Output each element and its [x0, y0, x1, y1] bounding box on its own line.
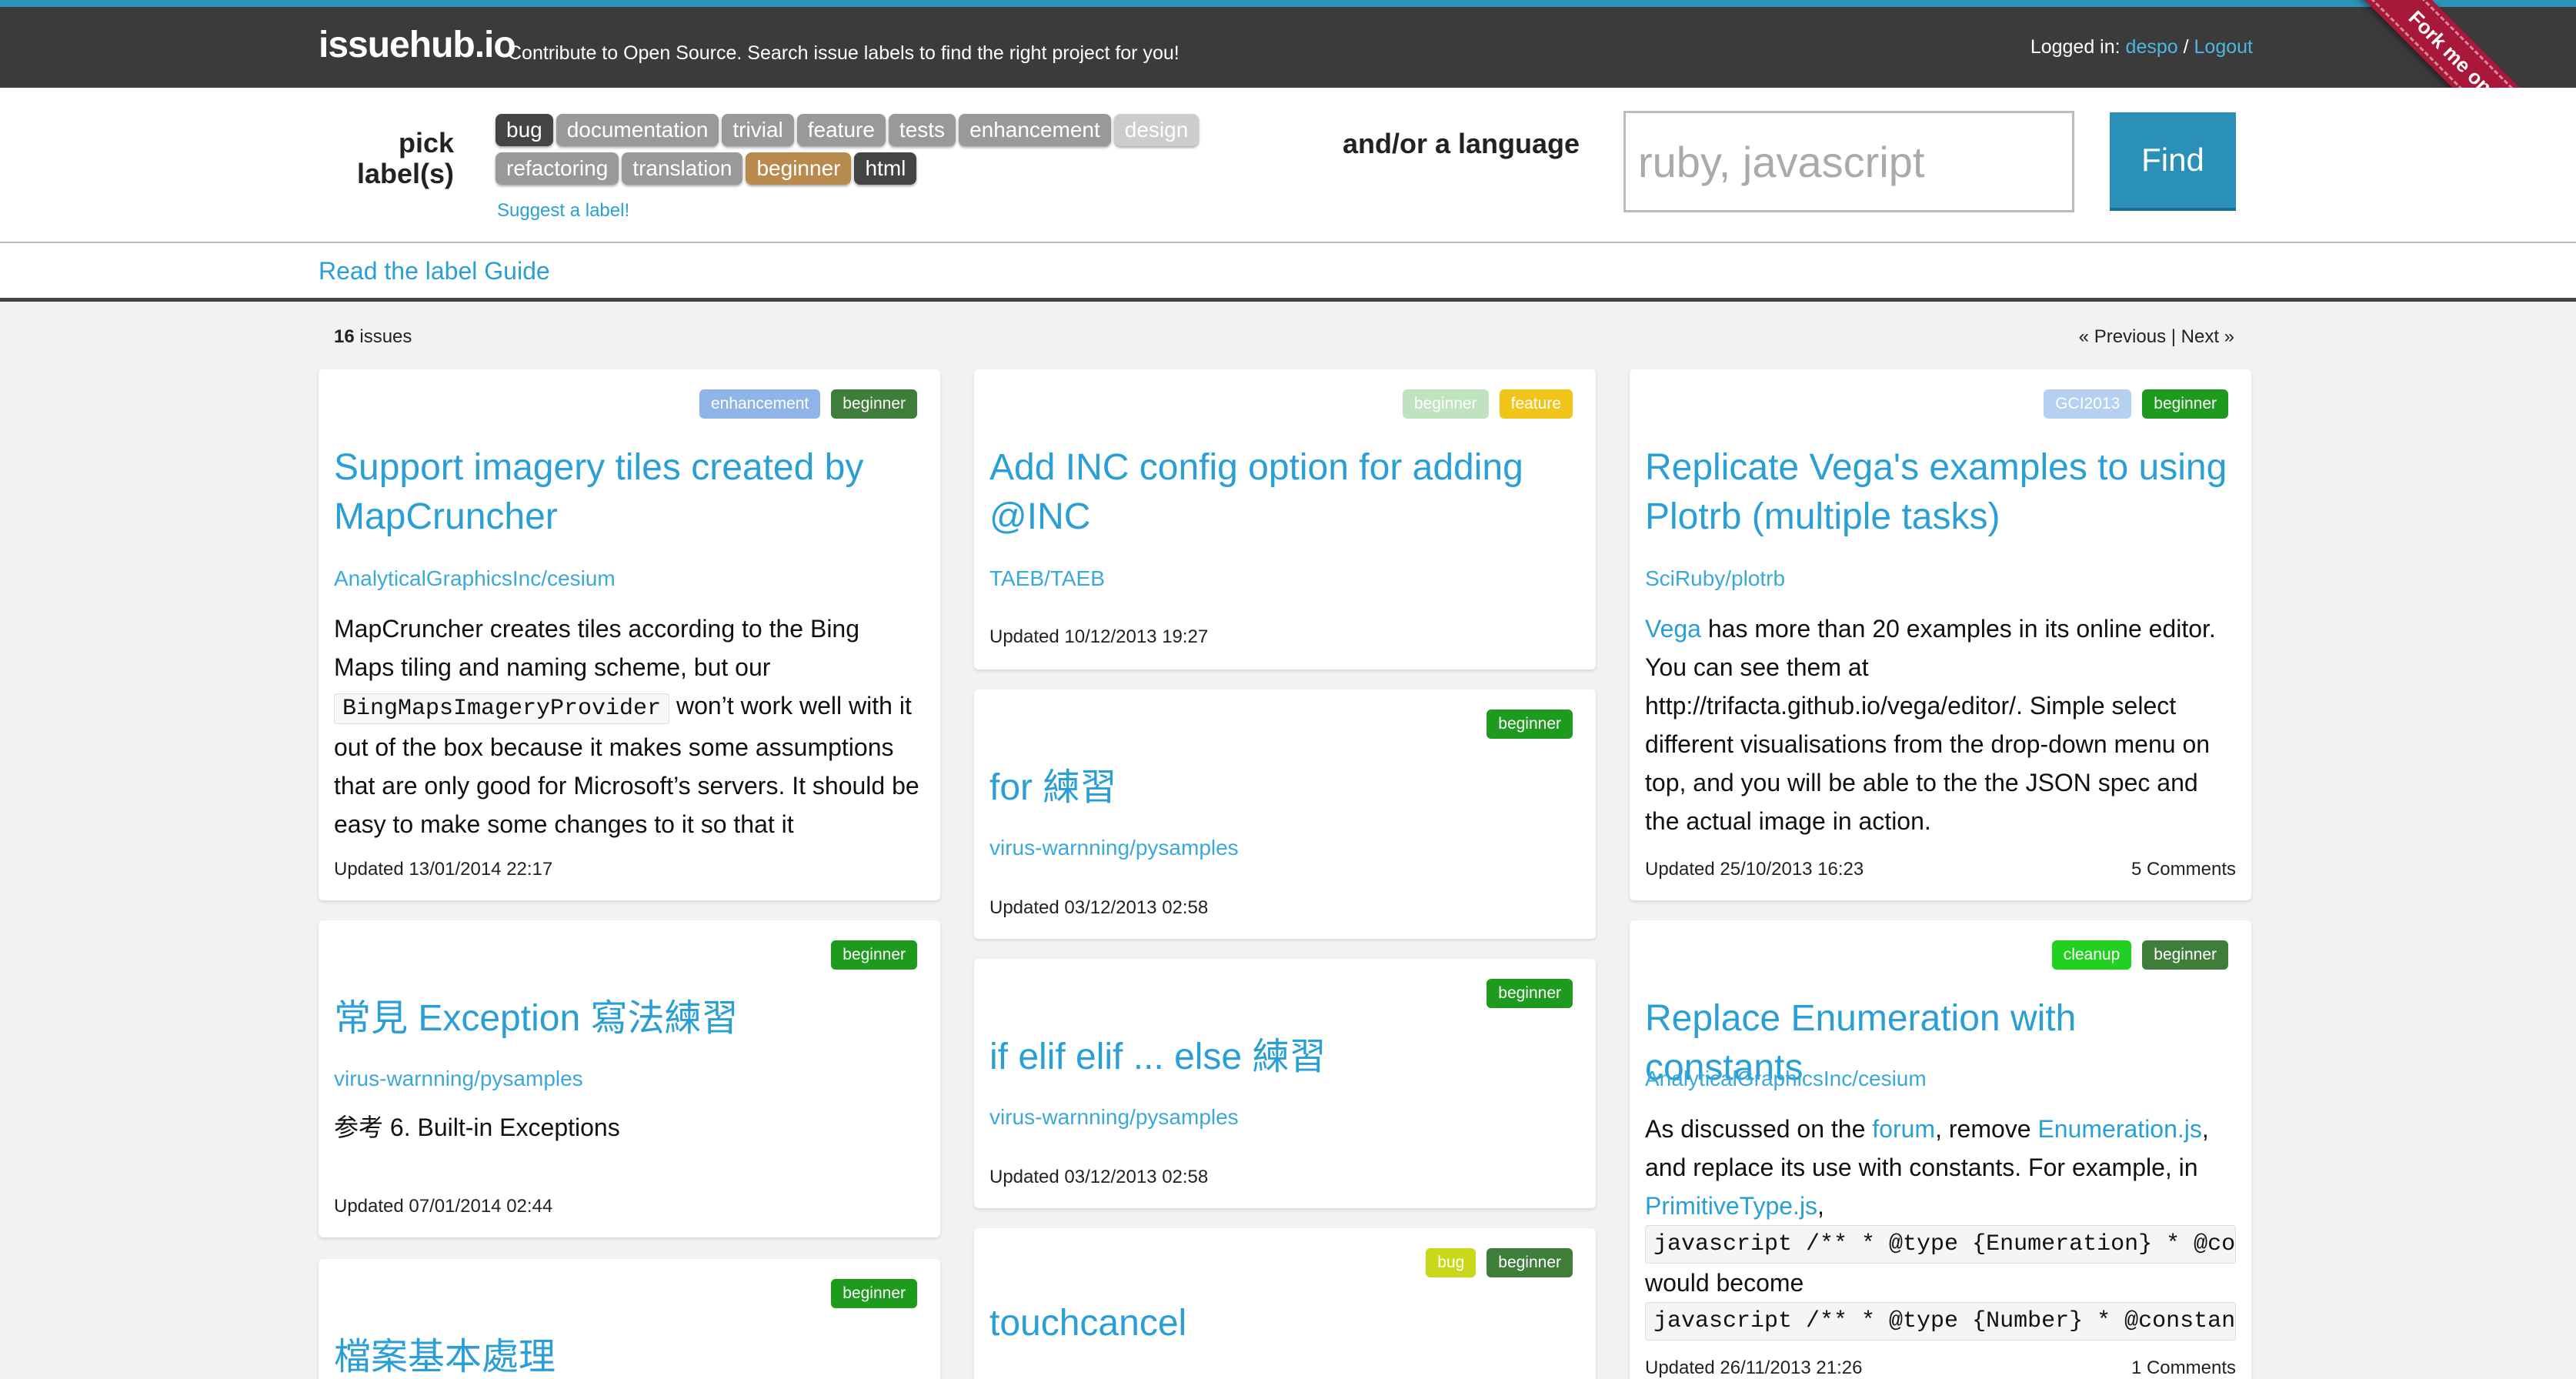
label-chip-list: bug documentation trivial feature tests enhan…: [496, 114, 1265, 191]
issue-count: 16 issues: [334, 326, 412, 347]
login-status: Logged in: despo / Logout: [2030, 36, 2253, 58]
label-chip-design[interactable]: design: [1113, 114, 1200, 146]
issue-title[interactable]: 常見 Exception 寫法練習: [334, 994, 925, 1043]
issue-repo[interactable]: virus-warnning/pysamples: [334, 1067, 583, 1091]
issue-card: beginner if elif elif ... else 練習 virus-…: [974, 959, 1596, 1208]
label-chip-enhancement[interactable]: enhancement: [959, 114, 1111, 146]
login-separator: /: [2183, 36, 2189, 58]
tag-beginner[interactable]: beginner: [1487, 710, 1573, 739]
tag-feature[interactable]: feature: [1499, 389, 1573, 419]
site-tagline: Contribute to Open Source. Search issue …: [508, 42, 1180, 64]
issue-card: GCI2013 beginner Replicate Vega's example…: [1630, 369, 2251, 900]
tag-beginner[interactable]: beginner: [1487, 1248, 1573, 1277]
tag-beginner[interactable]: beginner: [831, 1279, 917, 1308]
login-prefix: Logged in:: [2030, 36, 2121, 58]
pick-labels-heading: pick label(s): [356, 127, 454, 189]
issue-body: MapCruncher creates tiles according to t…: [334, 615, 919, 838]
label-chip-trivial[interactable]: trivial: [722, 114, 794, 146]
issue-repo[interactable]: TAEB/TAEB: [989, 566, 1105, 591]
suggest-label-link[interactable]: Suggest a label!: [497, 200, 629, 222]
issue-title[interactable]: Add INC config option for adding @INC: [989, 443, 1580, 542]
issue-body: As discussed on the forum, remove Enumer…: [1645, 1110, 2236, 1341]
label-chip-feature[interactable]: feature: [796, 114, 886, 146]
card-tags: beginner: [820, 1279, 917, 1308]
tag-cleanup[interactable]: cleanup: [2051, 940, 2132, 970]
code-block: javascript /** * @type {Enumeration} * @…: [1645, 1225, 2236, 1264]
issue-repo[interactable]: AnalyticalGraphicsInc/cesium: [1645, 1067, 1927, 1091]
issue-card: beginner 檔案基本處理: [319, 1259, 940, 1379]
card-tags: cleanup beginner: [2041, 940, 2228, 970]
issue-card: beginner for 練習 virus-warnning/pysamples…: [974, 690, 1596, 939]
vega-link[interactable]: Vega: [1645, 615, 1701, 643]
primitivetype-js-link[interactable]: PrimitiveType.js: [1645, 1192, 1817, 1220]
comment-count[interactable]: 5 Comments: [2131, 859, 2236, 880]
card-tags: beginner: [1476, 979, 1573, 1008]
card-tags: beginner: [1476, 710, 1573, 739]
issue-updated: Updated 13/01/2014 22:17: [334, 859, 553, 880]
language-label: and/or a language: [1343, 128, 1580, 159]
issue-title[interactable]: touchcancel: [989, 1299, 1580, 1348]
issue-updated: Updated 26/11/2013 21:26: [1645, 1357, 1863, 1378]
tag-beginner[interactable]: beginner: [831, 940, 917, 970]
label-chip-tests[interactable]: tests: [888, 114, 956, 146]
issue-repo[interactable]: SciRuby/plotrb: [1645, 566, 1785, 591]
logout-link[interactable]: Logout: [2194, 36, 2253, 58]
issue-footer: Updated 26/11/2013 21:26 1 Comments: [1645, 1357, 2236, 1379]
issue-body: Vega has more than 20 examples in its on…: [1645, 615, 2216, 835]
tag-beginner[interactable]: beginner: [2142, 389, 2228, 419]
site-logo[interactable]: issuehub.io: [319, 24, 516, 66]
enumeration-js-link[interactable]: Enumeration.js: [2037, 1115, 2201, 1143]
card-tags: GCI2013 beginner: [2033, 389, 2228, 419]
issue-card: beginner 常見 Exception 寫法練習 virus-warnnin…: [319, 920, 940, 1237]
forum-link[interactable]: forum: [1872, 1115, 1935, 1143]
label-chip-bug[interactable]: bug: [496, 114, 553, 146]
issue-card: beginner feature Add INC config option fo…: [974, 369, 1596, 669]
issue-card: cleanup beginner Replace Enumeration with…: [1630, 920, 2251, 1379]
issue-title[interactable]: Replicate Vega's examples to using Plotr…: [1645, 443, 2236, 542]
code-block: javascript /** * @type {Number} * @const…: [1645, 1302, 2236, 1341]
label-chip-beginner[interactable]: beginner: [746, 152, 852, 185]
card-tags: beginner feature: [1392, 389, 1573, 419]
label-guide-link[interactable]: Read the label Guide: [319, 257, 550, 285]
issue-repo[interactable]: virus-warnning/pysamples: [989, 1105, 1239, 1130]
issue-footer: Updated 25/10/2013 16:23 5 Comments: [1645, 859, 2236, 880]
language-input[interactable]: [1623, 111, 2074, 212]
issue-repo[interactable]: virus-warnning/pysamples: [989, 836, 1239, 860]
label-chip-refactoring[interactable]: refactoring: [496, 152, 619, 185]
tag-enhancement[interactable]: enhancement: [699, 389, 821, 419]
issue-card: bug beginner touchcancel: [974, 1228, 1596, 1379]
issue-title[interactable]: if elif elif ... else 練習: [989, 1033, 1580, 1082]
username-link[interactable]: despo: [2126, 36, 2178, 58]
card-tags: beginner: [820, 940, 917, 970]
tag-beginner[interactable]: beginner: [2142, 940, 2228, 970]
tag-beginner[interactable]: beginner: [831, 389, 917, 419]
issue-repo[interactable]: AnalyticalGraphicsInc/cesium: [334, 566, 616, 591]
issue-title[interactable]: 檔案基本處理: [334, 1333, 925, 1379]
issue-updated: Updated 03/12/2013 02:58: [989, 897, 1209, 918]
card-tags: bug beginner: [1415, 1248, 1573, 1277]
find-button[interactable]: Find: [2110, 112, 2236, 211]
issue-title[interactable]: Support imagery tiles created by MapCrun…: [334, 443, 925, 542]
issue-updated: Updated 03/12/2013 02:58: [989, 1167, 1209, 1187]
card-tags: enhancement beginner: [689, 389, 917, 419]
top-navbar: issuehub.io Contribute to Open Source. S…: [0, 0, 2576, 88]
issue-title[interactable]: for 練習: [989, 763, 1580, 813]
comment-count[interactable]: 1 Comments: [2131, 1357, 2236, 1379]
tag-beginner[interactable]: beginner: [1402, 389, 1489, 419]
issue-updated: Updated 25/10/2013 16:23: [1645, 859, 1864, 880]
issue-body: 参考 6. Built-in Exceptions: [334, 1114, 620, 1141]
issue-updated: Updated 07/01/2014 02:44: [334, 1196, 553, 1217]
guide-bar: Read the label Guide: [0, 243, 2576, 302]
tag-beginner[interactable]: beginner: [1487, 979, 1573, 1008]
tag-bug[interactable]: bug: [1426, 1248, 1477, 1277]
pagination[interactable]: « Previous | Next »: [2079, 326, 2234, 348]
issue-updated: Updated 10/12/2013 19:27: [989, 626, 1209, 647]
label-chip-documentation[interactable]: documentation: [556, 114, 719, 146]
tag-gci2013[interactable]: GCI2013: [2044, 389, 2132, 419]
issue-card: enhancement beginner Support imagery tile…: [319, 369, 940, 900]
label-chip-html[interactable]: html: [854, 152, 917, 185]
search-filter-panel: pick label(s) bug documentation trivial fea…: [0, 88, 2576, 243]
label-chip-translation[interactable]: translation: [622, 152, 743, 185]
